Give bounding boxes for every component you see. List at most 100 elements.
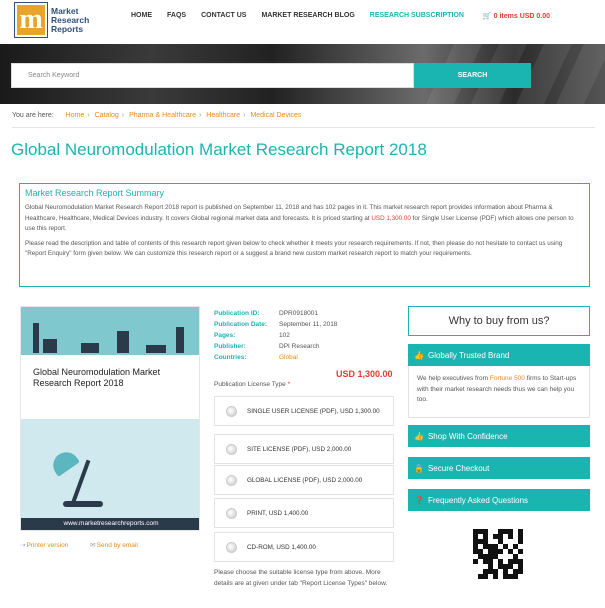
breadcrumb-separator-icon: › (87, 112, 90, 119)
factory-icon (176, 327, 184, 353)
breadcrumb-separator-icon: › (198, 112, 202, 119)
factory-icon (43, 339, 57, 353)
cart-summary: 0 items USD 0.00 (493, 13, 551, 20)
breadcrumb: You are here: Home › Catalog › Pharma & He… (12, 112, 301, 119)
radio-button[interactable] (226, 541, 237, 553)
email-icon: ✉ (90, 542, 96, 549)
lock-icon: 🔒 (414, 463, 424, 473)
secure-checkout-tab[interactable]: 🔒 Secure Checkout (408, 457, 590, 479)
meta-row: Pages: 102 (214, 330, 337, 341)
breadcrumb-healthcare[interactable]: Healthcare (206, 112, 240, 119)
header: m Market Research Reports HOME FAQS CONT… (0, 0, 605, 44)
publisher: DPI Research (279, 343, 320, 350)
license-option-cd-rom[interactable]: CD-ROM, USD 1,400.00 (214, 532, 394, 562)
required-marker: * (287, 381, 291, 388)
qr-module (518, 574, 523, 579)
license-option-print[interactable]: PRINT, USD 1,400.00 (214, 498, 394, 528)
license-label-text: Publication License Type (214, 381, 286, 388)
breadcrumb-prefix: You are here: (12, 112, 54, 119)
globally-trusted-brand-tab[interactable]: 👍 Globally Trusted Brand (408, 344, 590, 366)
meta-key: Publisher: (214, 343, 246, 350)
meta-key: Pages: (214, 332, 236, 339)
license-option-label: PRINT, USD 1,400.00 (247, 509, 309, 517)
summary-price: USD 1,300.00 (371, 214, 411, 222)
publication-date: September 11, 2018 (279, 321, 338, 328)
lamp-arm (71, 459, 91, 503)
send-by-email-link[interactable]: ✉Send by email (90, 542, 148, 549)
logo-line: Reports (51, 23, 84, 34)
breadcrumb-separator-icon: › (243, 112, 246, 119)
summary-heading: Market Research Report Summary (25, 188, 165, 198)
panel-title: Globally Trusted Brand (427, 350, 510, 360)
license-option-single-user[interactable]: SINGLE USER LICENSE (PDF), USD 1,300.00 (214, 396, 394, 426)
nav-faqs[interactable]: FAQS (167, 12, 186, 20)
meta-row: Publication Date: September 11, 2018 (214, 319, 337, 330)
faq-tab[interactable]: ❓ Frequently Asked Questions (408, 489, 590, 511)
report-price: USD 1,300.00 (336, 369, 393, 379)
search-input[interactable]: Search Keyword (11, 63, 414, 88)
breadcrumb-catalog[interactable]: Catalog (95, 112, 119, 119)
summary-paragraph: Please read the description and table of… (25, 239, 563, 258)
report-actions: ⇢Printer version ✉Send by email (20, 541, 158, 549)
cover-url: www.marketresearchreports.com (21, 518, 199, 530)
trusted-brand-text: We help executives from Fortune 500 firm… (408, 366, 590, 418)
license-option-label: CD-ROM, USD 1,400.00 (247, 543, 316, 551)
panel-title: Shop With Confidence (427, 431, 508, 441)
page-count: 102 (279, 332, 290, 339)
report-cover-image: Global Neuromodulation Market Research R… (20, 306, 200, 531)
nav-home[interactable]: HOME (131, 12, 152, 20)
cart-icon: 🛒 (482, 13, 492, 20)
license-option-global[interactable]: GLOBAL LICENSE (PDF), USD 2,000.00 (214, 465, 394, 495)
send-by-email-label: Send by email (96, 542, 138, 549)
meta-row: Publication ID: DPR0918001 (214, 308, 337, 319)
report-meta: Publication ID: DPR0918001 Publication Da… (214, 308, 337, 363)
cover-illustration (21, 307, 199, 355)
search-banner: Search Keyword SEARCH (0, 44, 605, 104)
logo-text: Market Research Reports (51, 6, 89, 34)
radio-button[interactable] (226, 443, 237, 455)
license-option-site[interactable]: SITE LICENSE (PDF), USD 2,000.00 (214, 434, 394, 464)
qr-code-image (473, 529, 523, 579)
printer-version-link[interactable]: ⇢Printer version (20, 542, 78, 549)
nav-subscription[interactable]: RESEARCH SUBSCRIPTION (370, 12, 464, 20)
thumbs-up-icon: 👍 (414, 350, 424, 360)
breadcrumb-separator-icon: › (121, 112, 125, 119)
breadcrumb-pharma[interactable]: Pharma & Healthcare (129, 112, 196, 119)
robot-arm-icon (117, 331, 129, 353)
license-type-label: Publication License Type * (214, 381, 290, 388)
divider (12, 127, 595, 128)
nav-contact[interactable]: CONTACT US (201, 12, 246, 20)
panel-title: Secure Checkout (427, 463, 490, 473)
breadcrumb-medical-devices[interactable]: Medical Devices (250, 112, 301, 119)
license-option-label: GLOBAL LICENSE (PDF), USD 2,000.00 (247, 476, 363, 484)
meta-key: Countries: (214, 354, 247, 361)
license-note: Please choose the suitable license type … (214, 569, 388, 587)
logo-mark-icon: m (15, 3, 47, 37)
meta-row: Countries: Global (214, 352, 337, 363)
shop-with-confidence-tab[interactable]: 👍 Shop With Confidence (408, 425, 590, 447)
question-icon: ❓ (414, 495, 424, 505)
cart-link[interactable]: 🛒 0 items USD 0.00 (483, 12, 565, 20)
panel-text: We help executives from (417, 375, 490, 382)
radio-button[interactable] (226, 507, 237, 519)
why-buy-heading: Why to buy from us? (408, 306, 590, 336)
thumbs-up-icon: 👍 (414, 431, 424, 441)
search-button[interactable]: SEARCH (414, 63, 531, 88)
breadcrumb-home[interactable]: Home (66, 112, 85, 119)
summary-paragraph: Global Neuromodulation Market Research R… (25, 203, 584, 235)
license-option-label: SITE LICENSE (PDF), USD 2,000.00 (247, 445, 352, 453)
cover-title: Global Neuromodulation Market Research R… (33, 367, 161, 388)
radio-button[interactable] (226, 474, 237, 486)
site-logo[interactable]: m Market Research Reports (15, 2, 100, 38)
robot-arm-icon (81, 343, 99, 353)
report-summary: Market Research Report Summary Global Ne… (19, 183, 590, 287)
publication-id: DPR0918001 (279, 310, 319, 317)
main-nav: HOME FAQS CONTACT US MARKET RESEARCH BLO… (131, 12, 580, 20)
countries-link[interactable]: Global (279, 352, 298, 363)
meta-key: Publication Date: (214, 321, 268, 328)
desk-lamp-icon (48, 447, 80, 477)
license-option-label: SINGLE USER LICENSE (PDF), USD 1,300.00 (247, 407, 380, 415)
radio-button[interactable] (226, 405, 237, 417)
factory-icon (33, 323, 39, 353)
nav-blog[interactable]: MARKET RESEARCH BLOG (261, 12, 354, 20)
